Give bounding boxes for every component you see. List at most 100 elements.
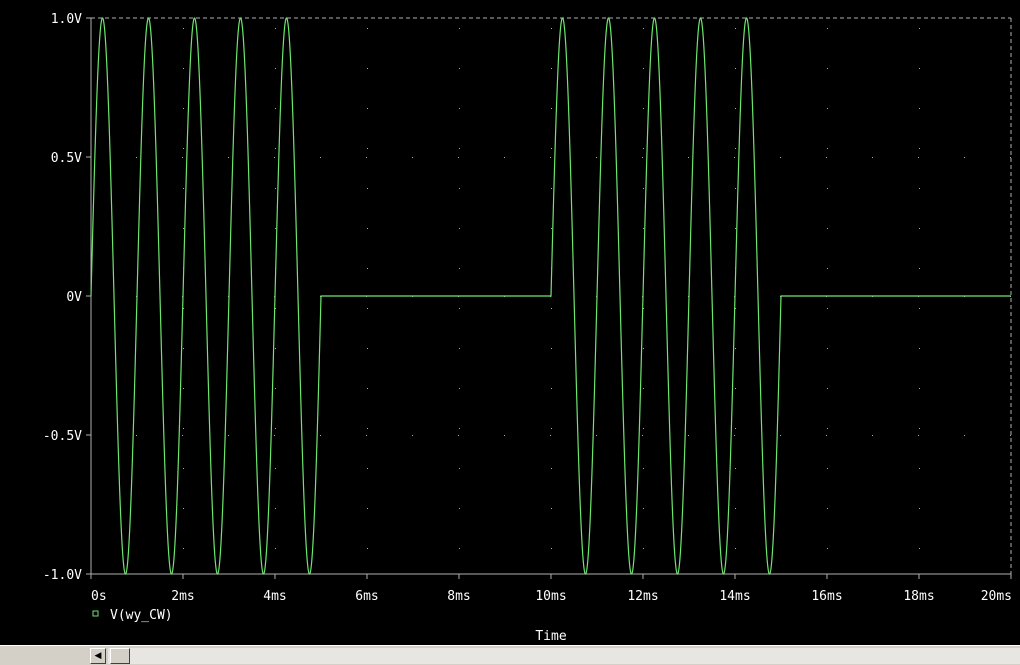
grid-dot bbox=[643, 428, 644, 429]
grid-dot bbox=[827, 428, 828, 429]
grid-dot bbox=[367, 468, 368, 469]
scroll-left-button[interactable]: ◀ bbox=[90, 648, 106, 664]
grid-dot bbox=[367, 68, 368, 69]
scrollbar-thumb[interactable] bbox=[110, 648, 130, 664]
grid-dot bbox=[919, 468, 920, 469]
grid-dot bbox=[919, 388, 920, 389]
grid-dot bbox=[412, 157, 413, 158]
legend: V(wy_CW) bbox=[92, 608, 173, 623]
grid-dot bbox=[919, 228, 920, 229]
grid-dot bbox=[919, 508, 920, 509]
grid-dot bbox=[275, 28, 276, 29]
grid-dot bbox=[551, 508, 552, 509]
grid-dot bbox=[826, 435, 827, 436]
grid-dot bbox=[275, 428, 276, 429]
grid-dot bbox=[459, 508, 460, 509]
grid-dot bbox=[827, 68, 828, 69]
grid-dot bbox=[183, 508, 184, 509]
y-tick-label: 0.5V bbox=[51, 151, 82, 166]
grid-dot bbox=[919, 68, 920, 69]
grid-dot bbox=[735, 348, 736, 349]
grid-dot bbox=[459, 268, 460, 269]
grid-dot bbox=[919, 148, 920, 149]
legend-label: V(wy_CW) bbox=[110, 608, 173, 623]
grid-dot bbox=[275, 188, 276, 189]
grid-dot bbox=[919, 108, 920, 109]
grid-dot bbox=[872, 157, 873, 158]
grid-dot bbox=[735, 468, 736, 469]
grid-dot bbox=[643, 508, 644, 509]
grid-dot bbox=[274, 435, 275, 436]
grid-dot bbox=[551, 28, 552, 29]
grid-dot bbox=[827, 228, 828, 229]
grid-dot bbox=[919, 28, 920, 29]
grid-dot bbox=[735, 548, 736, 549]
x-tick-label: 18ms bbox=[903, 589, 934, 604]
x-tick-label: 14ms bbox=[719, 589, 750, 604]
grid-dot bbox=[643, 228, 644, 229]
grid-dot bbox=[183, 228, 184, 229]
grid-dot bbox=[642, 157, 643, 158]
grid-dot bbox=[459, 188, 460, 189]
grid-dot bbox=[504, 157, 505, 158]
horizontal-scrollbar[interactable]: ◀ ▶ bbox=[0, 645, 1020, 665]
grid-dot bbox=[550, 435, 551, 436]
plot-area: 1.0V 0.5V 0V -0.5V -1.0V 0s 2ms 4ms 6ms 8ms 10ms 1… bbox=[43, 12, 1012, 644]
grid-dot bbox=[643, 28, 644, 29]
grid-dot bbox=[136, 157, 137, 158]
grid-dot bbox=[459, 228, 460, 229]
grid-dot bbox=[183, 388, 184, 389]
x-tick-label: 2ms bbox=[171, 589, 194, 604]
grid-dot bbox=[275, 348, 276, 349]
grid-dot bbox=[688, 157, 689, 158]
grid-dot bbox=[735, 188, 736, 189]
grid-dot bbox=[551, 108, 552, 109]
grid-dot bbox=[367, 388, 368, 389]
grid-dot bbox=[275, 148, 276, 149]
grid-dot bbox=[367, 108, 368, 109]
grid-dot bbox=[551, 548, 552, 549]
grid-dot bbox=[459, 548, 460, 549]
grid-dot bbox=[827, 388, 828, 389]
grid-dot bbox=[551, 148, 552, 149]
grid-dot bbox=[919, 348, 920, 349]
grid-dot bbox=[320, 157, 321, 158]
grid-dot bbox=[827, 348, 828, 349]
grid-dot bbox=[964, 157, 965, 158]
grid-dot bbox=[275, 108, 276, 109]
grid-dot bbox=[551, 308, 552, 309]
grid-dot bbox=[919, 548, 920, 549]
grid-dot bbox=[596, 435, 597, 436]
grid-dot bbox=[458, 435, 459, 436]
grid-dot bbox=[504, 435, 505, 436]
grid-dot bbox=[275, 508, 276, 509]
grid-dot bbox=[459, 68, 460, 69]
grid-dot bbox=[183, 108, 184, 109]
y-axis-ticks: 1.0V 0.5V 0V -0.5V -1.0V bbox=[43, 12, 91, 583]
grid-dot bbox=[1010, 435, 1011, 436]
grid-dot bbox=[275, 468, 276, 469]
grid-dot bbox=[551, 188, 552, 189]
grid-dot bbox=[735, 388, 736, 389]
grid-dot bbox=[780, 157, 781, 158]
grid-dot bbox=[367, 188, 368, 189]
x-tick-label: 6ms bbox=[355, 589, 378, 604]
grid-dot bbox=[643, 188, 644, 189]
grid-dot bbox=[919, 428, 920, 429]
grid-dot bbox=[182, 157, 183, 158]
grid-dot bbox=[919, 268, 920, 269]
grid-dot bbox=[183, 348, 184, 349]
grid-dot bbox=[366, 435, 367, 436]
y-tick-label: 0V bbox=[66, 290, 82, 305]
scrollbar-track[interactable] bbox=[108, 648, 1020, 664]
grid-dot bbox=[412, 435, 413, 436]
grid-dot bbox=[872, 435, 873, 436]
grid-dot bbox=[643, 148, 644, 149]
grid-dot bbox=[367, 348, 368, 349]
grid-dot bbox=[1010, 157, 1011, 158]
grid-dot bbox=[734, 157, 735, 158]
x-axis-ticks: 0s 2ms 4ms 6ms 8ms 10ms 12ms 14ms 16ms 18ms 20ms bbox=[90, 574, 1012, 604]
grid-dot bbox=[827, 148, 828, 149]
grid-dot bbox=[827, 508, 828, 509]
grid-dot bbox=[827, 268, 828, 269]
